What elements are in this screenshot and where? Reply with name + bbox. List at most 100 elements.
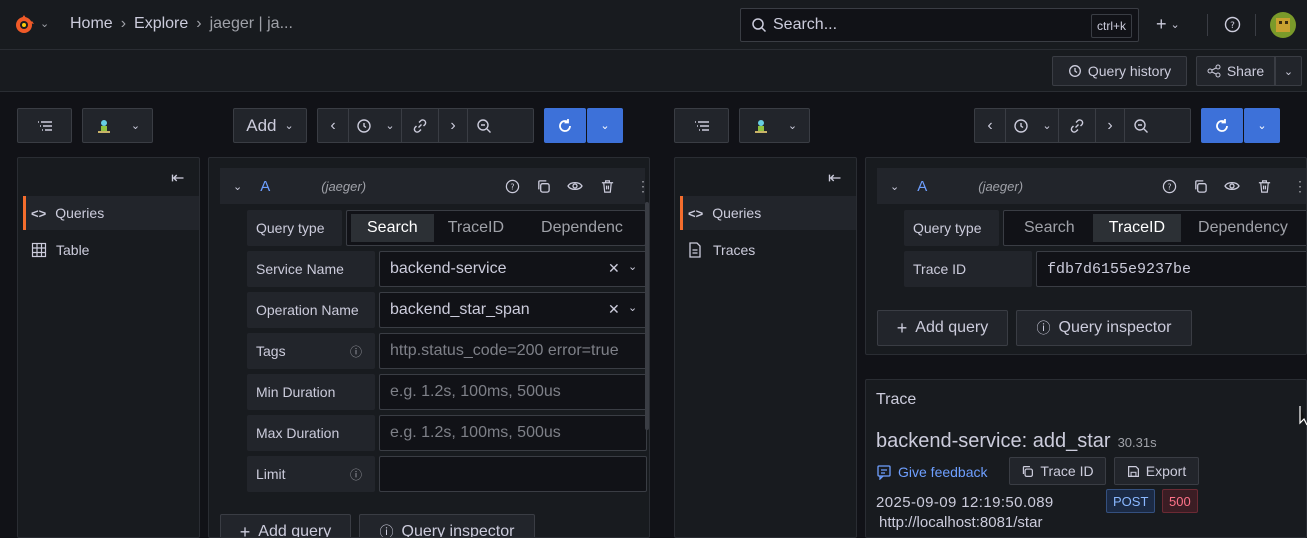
query-inspector-label: Query inspector xyxy=(401,523,515,538)
trace-header: backend-service: add_star 30.31s xyxy=(876,430,1157,453)
more-vertical-icon[interactable]: ⋮ xyxy=(1300,115,1307,135)
sidebar-item-label: Queries xyxy=(712,205,762,221)
search-bar[interactable]: Search... ctrl+k xyxy=(740,8,1139,42)
tags-input[interactable]: http.status_code=200 error=true xyxy=(379,333,647,369)
clock-icon[interactable] xyxy=(1006,118,1036,134)
sidebar-item-traces[interactable]: Traces xyxy=(680,233,856,267)
drag-handle-icon[interactable]: ⋮⋮ xyxy=(636,178,649,195)
eye-icon[interactable] xyxy=(567,178,583,194)
breadcrumb-explore[interactable]: Explore xyxy=(134,15,188,33)
chevron-down-icon[interactable]: ⌄ xyxy=(628,260,637,273)
help-circle-icon[interactable]: ? xyxy=(1162,179,1177,194)
trash-icon[interactable] xyxy=(1257,179,1272,194)
search-icon xyxy=(751,17,767,33)
refresh-icon xyxy=(559,118,571,132)
left-sidebar-toggle[interactable] xyxy=(17,108,72,143)
chevron-down-icon[interactable]: ⌄ xyxy=(1036,119,1058,132)
query-inspector-button[interactable]: ⓘ Query inspector xyxy=(359,514,535,538)
trash-icon[interactable] xyxy=(600,179,615,194)
sidebar-item-queries[interactable]: <> Queries xyxy=(23,196,199,230)
run-query-dropdown[interactable]: ⌄ xyxy=(1244,108,1280,143)
datasource-picker[interactable]: ⌄ xyxy=(82,108,153,143)
zoom-out-icon[interactable] xyxy=(1125,118,1157,134)
query-type-label: Query type xyxy=(904,210,999,246)
limit-label-text: Limit xyxy=(256,466,286,482)
query-type-option-dependency[interactable]: Dependency xyxy=(1198,219,1288,237)
query-type-option-traceid[interactable]: TraceID xyxy=(1092,214,1182,242)
collapse-chevron-icon[interactable]: ⌄ xyxy=(890,180,899,193)
plus-icon: + xyxy=(1156,14,1167,34)
collapse-icon[interactable]: ⇤ xyxy=(828,168,841,188)
chevron-down-icon[interactable]: ⌄ xyxy=(40,17,49,30)
drag-handle-icon[interactable]: ⋮⋮ xyxy=(1293,178,1306,195)
scrollbar[interactable] xyxy=(645,202,649,430)
query-type-option-search[interactable]: Search xyxy=(1024,219,1075,237)
refresh-icon xyxy=(1216,118,1228,132)
export-button[interactable]: Export xyxy=(1114,457,1199,485)
sidebar-item-queries[interactable]: <> Queries xyxy=(680,196,856,230)
add-button[interactable]: Add ⌄ xyxy=(233,108,307,143)
query-type-option-traceid[interactable]: TraceID xyxy=(448,219,504,237)
link-icon[interactable] xyxy=(402,118,438,134)
copy-icon[interactable] xyxy=(1193,179,1208,194)
query-type-option-dependency[interactable]: Dependenc xyxy=(541,219,623,237)
link-icon[interactable] xyxy=(1059,118,1095,134)
query-ref-label[interactable]: A xyxy=(260,178,270,195)
chevron-down-icon[interactable]: ⌄ xyxy=(379,119,401,132)
info-icon[interactable]: ⓘ xyxy=(350,466,362,483)
operation-name-select[interactable]: backend_star_span ✕ ⌄ xyxy=(379,292,647,328)
info-icon: ⓘ xyxy=(379,524,394,538)
code-icon: <> xyxy=(31,205,47,221)
add-query-button[interactable]: + Add query xyxy=(220,514,351,537)
eye-icon[interactable] xyxy=(1224,178,1240,194)
help-circle-icon[interactable]: ? xyxy=(1224,16,1241,36)
help-circle-icon[interactable]: ? xyxy=(505,179,520,194)
service-name-select[interactable]: backend-service ✕ ⌄ xyxy=(379,251,647,287)
time-back-button[interactable]: ‹ xyxy=(318,117,348,135)
give-feedback-link[interactable]: Give feedback xyxy=(876,464,988,480)
chevron-down-icon[interactable]: ⌄ xyxy=(628,301,637,314)
avatar[interactable] xyxy=(1270,12,1296,38)
limit-input[interactable] xyxy=(379,456,647,492)
clear-icon[interactable]: ✕ xyxy=(608,260,620,277)
divider xyxy=(1255,14,1256,36)
share-icon xyxy=(1207,64,1221,78)
clock-icon[interactable] xyxy=(349,118,379,134)
collapse-icon[interactable]: ⇤ xyxy=(171,168,184,188)
query-history-button[interactable]: Query history xyxy=(1052,56,1187,86)
min-duration-placeholder: e.g. 1.2s, 100ms, 500us xyxy=(390,383,561,400)
copy-icon[interactable] xyxy=(536,179,551,194)
zoom-out-icon[interactable] xyxy=(468,118,500,134)
right-query-editor: ⌄ A (jaeger) ? ⋮⋮ Query type Search Trac… xyxy=(865,157,1307,355)
share-button[interactable]: Share xyxy=(1196,56,1275,86)
right-sidebar-toggle[interactable] xyxy=(674,108,729,143)
tags-label: Tags ⓘ xyxy=(247,333,375,369)
min-duration-input[interactable]: e.g. 1.2s, 100ms, 500us xyxy=(379,374,647,410)
chevron-down-icon: ⌄ xyxy=(130,120,141,132)
sidebar-item-table[interactable]: Table xyxy=(23,233,199,267)
run-query-button[interactable] xyxy=(1201,108,1243,143)
share-dropdown-button[interactable]: ⌄ xyxy=(1275,56,1302,86)
query-type-option-search[interactable]: Search xyxy=(351,214,434,242)
info-icon[interactable]: ⓘ xyxy=(350,343,362,360)
method-badge: POST xyxy=(1106,489,1156,513)
query-inspector-button[interactable]: ⓘ Query inspector xyxy=(1016,310,1192,346)
time-forward-button[interactable]: › xyxy=(1096,117,1124,135)
time-back-button[interactable]: ‹ xyxy=(975,117,1005,135)
grafana-logo-icon[interactable] xyxy=(12,13,36,37)
time-forward-button[interactable]: › xyxy=(439,117,467,135)
run-query-button[interactable] xyxy=(544,108,586,143)
max-duration-input[interactable]: e.g. 1.2s, 100ms, 500us xyxy=(379,415,647,451)
run-query-dropdown[interactable]: ⌄ xyxy=(587,108,623,143)
clear-icon[interactable]: ✕ xyxy=(608,301,620,318)
new-menu-button[interactable]: + ⌄ xyxy=(1156,14,1180,35)
datasource-picker[interactable]: ⌄ xyxy=(739,108,810,143)
collapse-chevron-icon[interactable]: ⌄ xyxy=(233,180,242,193)
trace-id-button[interactable]: Trace ID xyxy=(1009,457,1106,485)
query-ref-label[interactable]: A xyxy=(917,178,927,195)
add-query-button[interactable]: + Add query xyxy=(877,310,1008,346)
svg-text:?: ? xyxy=(1230,21,1235,31)
breadcrumb-home[interactable]: Home xyxy=(70,15,113,33)
trace-id-input[interactable]: fdb7d6155e9237be xyxy=(1036,251,1306,287)
query-history-label: Query history xyxy=(1087,63,1172,79)
